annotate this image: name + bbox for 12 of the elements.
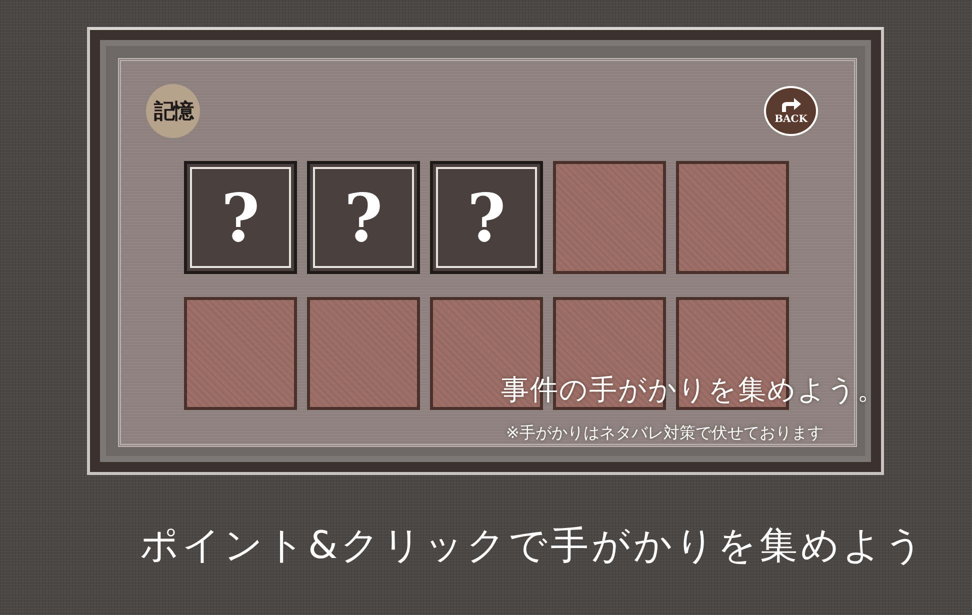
hidden-clue-card[interactable]: ? bbox=[430, 161, 543, 274]
hidden-clue-card[interactable]: ? bbox=[184, 161, 297, 274]
hidden-clue-card[interactable]: ? bbox=[307, 161, 420, 274]
banner-text: ポイント&クリックで手がかりを集めよう bbox=[140, 523, 927, 567]
back-button[interactable]: BACK bbox=[764, 86, 818, 136]
memory-badge[interactable]: 記憶 bbox=[146, 84, 200, 138]
question-mark: ? bbox=[467, 184, 506, 250]
caption: 事件の手がかりを集めよう。 bbox=[501, 372, 886, 408]
question-mark: ? bbox=[221, 184, 260, 250]
return-arrow-icon bbox=[779, 97, 803, 113]
spoiler-note: ※手がかりはネタバレ対策で伏せております bbox=[506, 423, 824, 444]
question-mark: ? bbox=[344, 184, 383, 250]
